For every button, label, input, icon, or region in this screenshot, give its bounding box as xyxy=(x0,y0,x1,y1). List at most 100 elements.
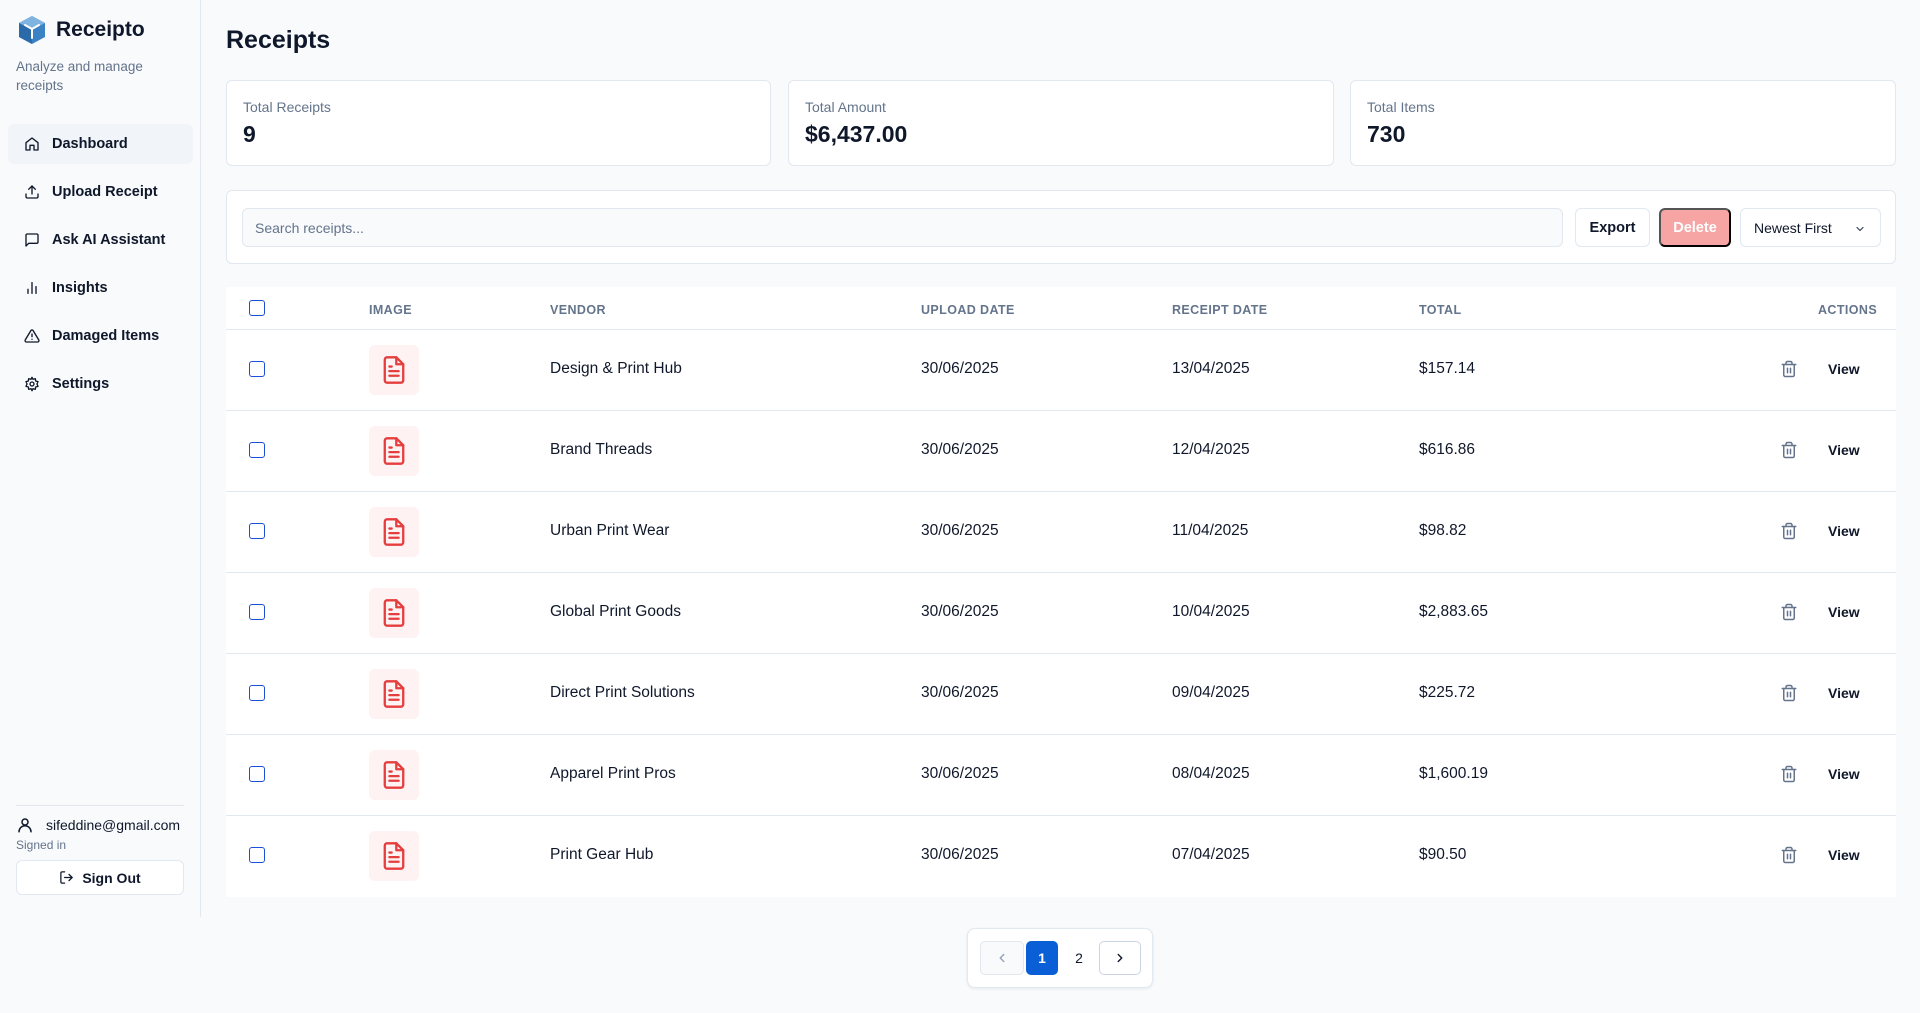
sidebar-item-upload-receipt[interactable]: Upload Receipt xyxy=(8,172,193,212)
row-checkbox[interactable] xyxy=(249,361,265,377)
sign-out-button[interactable]: Sign Out xyxy=(16,860,184,895)
page-button-2[interactable]: 2 xyxy=(1063,941,1095,975)
trash-icon[interactable] xyxy=(1780,603,1798,621)
total-cell: $98.82 xyxy=(1419,522,1467,539)
user-email: sifeddine@gmail.com xyxy=(46,817,181,833)
view-button[interactable]: View xyxy=(1828,361,1860,377)
view-button[interactable]: View xyxy=(1828,604,1860,620)
total-cell: $616.86 xyxy=(1419,441,1476,458)
table-row: Direct Print Solutions 30/06/2025 09/04/… xyxy=(226,654,1896,735)
table-row: Urban Print Wear 30/06/2025 11/04/2025 $… xyxy=(226,492,1896,573)
column-header-vendor: VENDOR xyxy=(550,303,606,317)
sidebar: Receipto Analyze and manage receipts Das… xyxy=(0,0,201,917)
column-header-upload-date: UPLOAD DATE xyxy=(921,303,1015,317)
view-button[interactable]: View xyxy=(1828,523,1860,539)
stat-value: 730 xyxy=(1367,121,1406,147)
upload-date-cell: 30/06/2025 xyxy=(921,765,999,782)
view-button[interactable]: View xyxy=(1828,766,1860,782)
chevron-right-icon xyxy=(1117,953,1123,963)
logout-icon xyxy=(60,871,74,884)
search-input[interactable] xyxy=(242,208,1563,247)
receipt-thumbnail[interactable] xyxy=(369,831,419,881)
view-button[interactable]: View xyxy=(1828,685,1860,701)
trash-icon[interactable] xyxy=(1780,846,1798,864)
sidebar-item-label: Upload Receipt xyxy=(52,184,158,200)
upload-date-cell: 30/06/2025 xyxy=(921,603,999,620)
bar-chart-icon xyxy=(27,282,37,294)
row-checkbox[interactable] xyxy=(249,442,265,458)
total-cell: $90.50 xyxy=(1419,846,1467,863)
upload-date-cell: 30/06/2025 xyxy=(921,360,999,377)
brand[interactable]: Receipto xyxy=(16,14,145,46)
upload-date-cell: 30/06/2025 xyxy=(921,846,999,863)
receipt-thumbnail[interactable] xyxy=(369,345,419,395)
row-checkbox[interactable] xyxy=(249,766,265,782)
total-cell: $1,600.19 xyxy=(1419,765,1488,782)
receipt-date-cell: 09/04/2025 xyxy=(1172,684,1250,701)
trash-icon[interactable] xyxy=(1780,360,1798,378)
stat-value: $6,437.00 xyxy=(805,121,908,147)
receipts-table: IMAGE VENDOR UPLOAD DATE RECEIPT DATE TO… xyxy=(226,287,1896,897)
chevron-down-icon xyxy=(1856,226,1864,232)
trash-icon[interactable] xyxy=(1780,684,1798,702)
previous-page-button[interactable] xyxy=(980,941,1024,975)
app-tagline: Analyze and manage receipts xyxy=(16,59,143,93)
sidebar-item-damaged-items[interactable]: Damaged Items xyxy=(8,316,193,356)
receipt-thumbnail[interactable] xyxy=(369,750,419,800)
delete-button[interactable]: Delete xyxy=(1659,208,1731,247)
trash-icon[interactable] xyxy=(1780,522,1798,540)
total-cell: $225.72 xyxy=(1419,684,1476,701)
sort-select-value: Newest First xyxy=(1754,219,1832,236)
receipt-date-cell: 10/04/2025 xyxy=(1172,603,1250,620)
vendor-cell: Urban Print Wear xyxy=(550,522,670,539)
row-checkbox[interactable] xyxy=(249,847,265,863)
upload-date-cell: 30/06/2025 xyxy=(921,522,999,539)
table-row: Apparel Print Pros 30/06/2025 08/04/2025… xyxy=(226,735,1896,816)
column-header-receipt-date: RECEIPT DATE xyxy=(1172,303,1268,317)
row-checkbox[interactable] xyxy=(249,685,265,701)
total-cell: $2,883.65 xyxy=(1419,603,1488,620)
stat-card-total-amount: Total Amount $6,437.00 xyxy=(788,80,1334,166)
app-name: Receipto xyxy=(56,18,145,41)
vendor-cell: Global Print Goods xyxy=(550,603,681,620)
sidebar-item-ask-ai-assistant[interactable]: Ask AI Assistant xyxy=(8,220,193,260)
receipt-thumbnail[interactable] xyxy=(369,588,419,638)
sidebar-item-label: Dashboard xyxy=(52,136,128,152)
trash-icon[interactable] xyxy=(1780,765,1798,783)
toolbar: Export Delete Newest First xyxy=(226,190,1896,264)
logo-icon xyxy=(19,16,45,44)
chevron-left-icon xyxy=(999,953,1005,963)
sidebar-item-label: Insights xyxy=(52,280,108,296)
trash-icon[interactable] xyxy=(1780,441,1798,459)
file-text-icon xyxy=(383,356,405,384)
select-all-checkbox[interactable] xyxy=(249,300,265,316)
sidebar-item-dashboard[interactable]: Dashboard xyxy=(8,124,193,164)
sort-select[interactable]: Newest First xyxy=(1740,208,1881,247)
stat-card-total-items: Total Items 730 xyxy=(1350,80,1896,166)
view-button[interactable]: View xyxy=(1828,442,1860,458)
file-text-icon xyxy=(383,842,405,870)
warning-icon xyxy=(24,329,40,343)
view-button[interactable]: View xyxy=(1828,847,1860,863)
sidebar-item-settings[interactable]: Settings xyxy=(8,364,193,404)
row-checkbox[interactable] xyxy=(249,604,265,620)
next-page-button[interactable] xyxy=(1099,941,1141,975)
file-text-icon xyxy=(383,437,405,465)
receipt-thumbnail[interactable] xyxy=(369,507,419,557)
stat-label: Total Receipts xyxy=(243,99,331,115)
receipt-thumbnail[interactable] xyxy=(369,669,419,719)
stat-label: Total Amount xyxy=(805,99,886,115)
export-button[interactable]: Export xyxy=(1575,208,1650,247)
file-text-icon xyxy=(383,518,405,546)
sidebar-nav: Dashboard Upload Receipt Ask AI Assistan… xyxy=(8,124,193,412)
sidebar-item-insights[interactable]: Insights xyxy=(8,268,193,308)
row-checkbox[interactable] xyxy=(249,523,265,539)
page-button-1[interactable]: 1 xyxy=(1026,941,1058,975)
receipt-date-cell: 08/04/2025 xyxy=(1172,765,1250,782)
table-header: IMAGE VENDOR UPLOAD DATE RECEIPT DATE TO… xyxy=(226,287,1896,330)
message-icon xyxy=(25,233,39,247)
receipt-thumbnail[interactable] xyxy=(369,426,419,476)
pagination: 1 2 xyxy=(967,928,1153,988)
sidebar-item-label: Settings xyxy=(52,376,110,392)
column-header-total: TOTAL xyxy=(1419,303,1462,317)
